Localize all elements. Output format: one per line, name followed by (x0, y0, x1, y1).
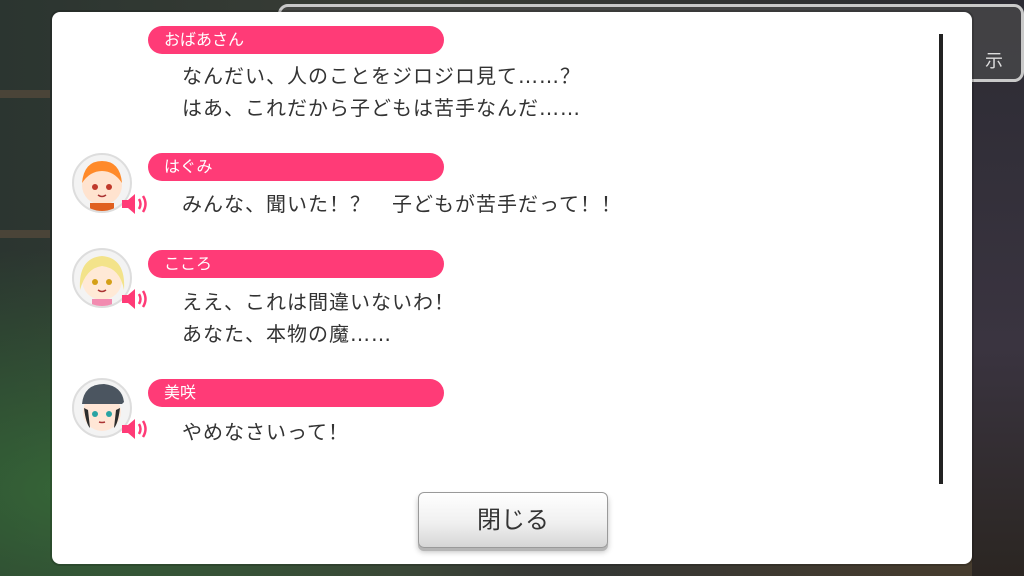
message-log-dialog: おばあさん なんだい、人のことをジロジロ見て……？ はあ、これだから子どもは苦手… (52, 12, 972, 564)
dialogue-line: はあ、これだから子どもは苦手なんだ…… (182, 96, 581, 120)
background-panel-text: 示 (985, 51, 1003, 72)
background-shelf (0, 90, 50, 98)
dialogue-line: みんな、聞いた！？ 子どもが苦手だって！！ (182, 192, 622, 216)
dialogue-line: ええ、これは間違いないわ！ (182, 290, 455, 314)
scrollbar-thumb[interactable] (939, 34, 943, 484)
background-shelf (0, 230, 50, 238)
background-right-wall (972, 0, 1024, 576)
speaker-icon[interactable] (120, 191, 150, 217)
speaker-name: はぐみ (148, 153, 444, 181)
speaker-name: おばあさん (148, 26, 444, 54)
speaker-name: 美咲 (148, 379, 444, 407)
message-log[interactable]: おばあさん なんだい、人のことをジロジロ見て……？ はあ、これだから子どもは苦手… (52, 12, 942, 490)
speaker-icon[interactable] (120, 416, 150, 442)
speaker-icon[interactable] (120, 286, 150, 312)
close-button[interactable]: 閉じる (418, 492, 608, 548)
dialogue-line: やめなさいって！ (182, 420, 349, 444)
dialogue-line: あなた、本物の魔…… (182, 322, 392, 346)
dialogue-line: なんだい、人のことをジロジロ見て……？ (182, 64, 581, 88)
speaker-name: こころ (148, 250, 444, 278)
